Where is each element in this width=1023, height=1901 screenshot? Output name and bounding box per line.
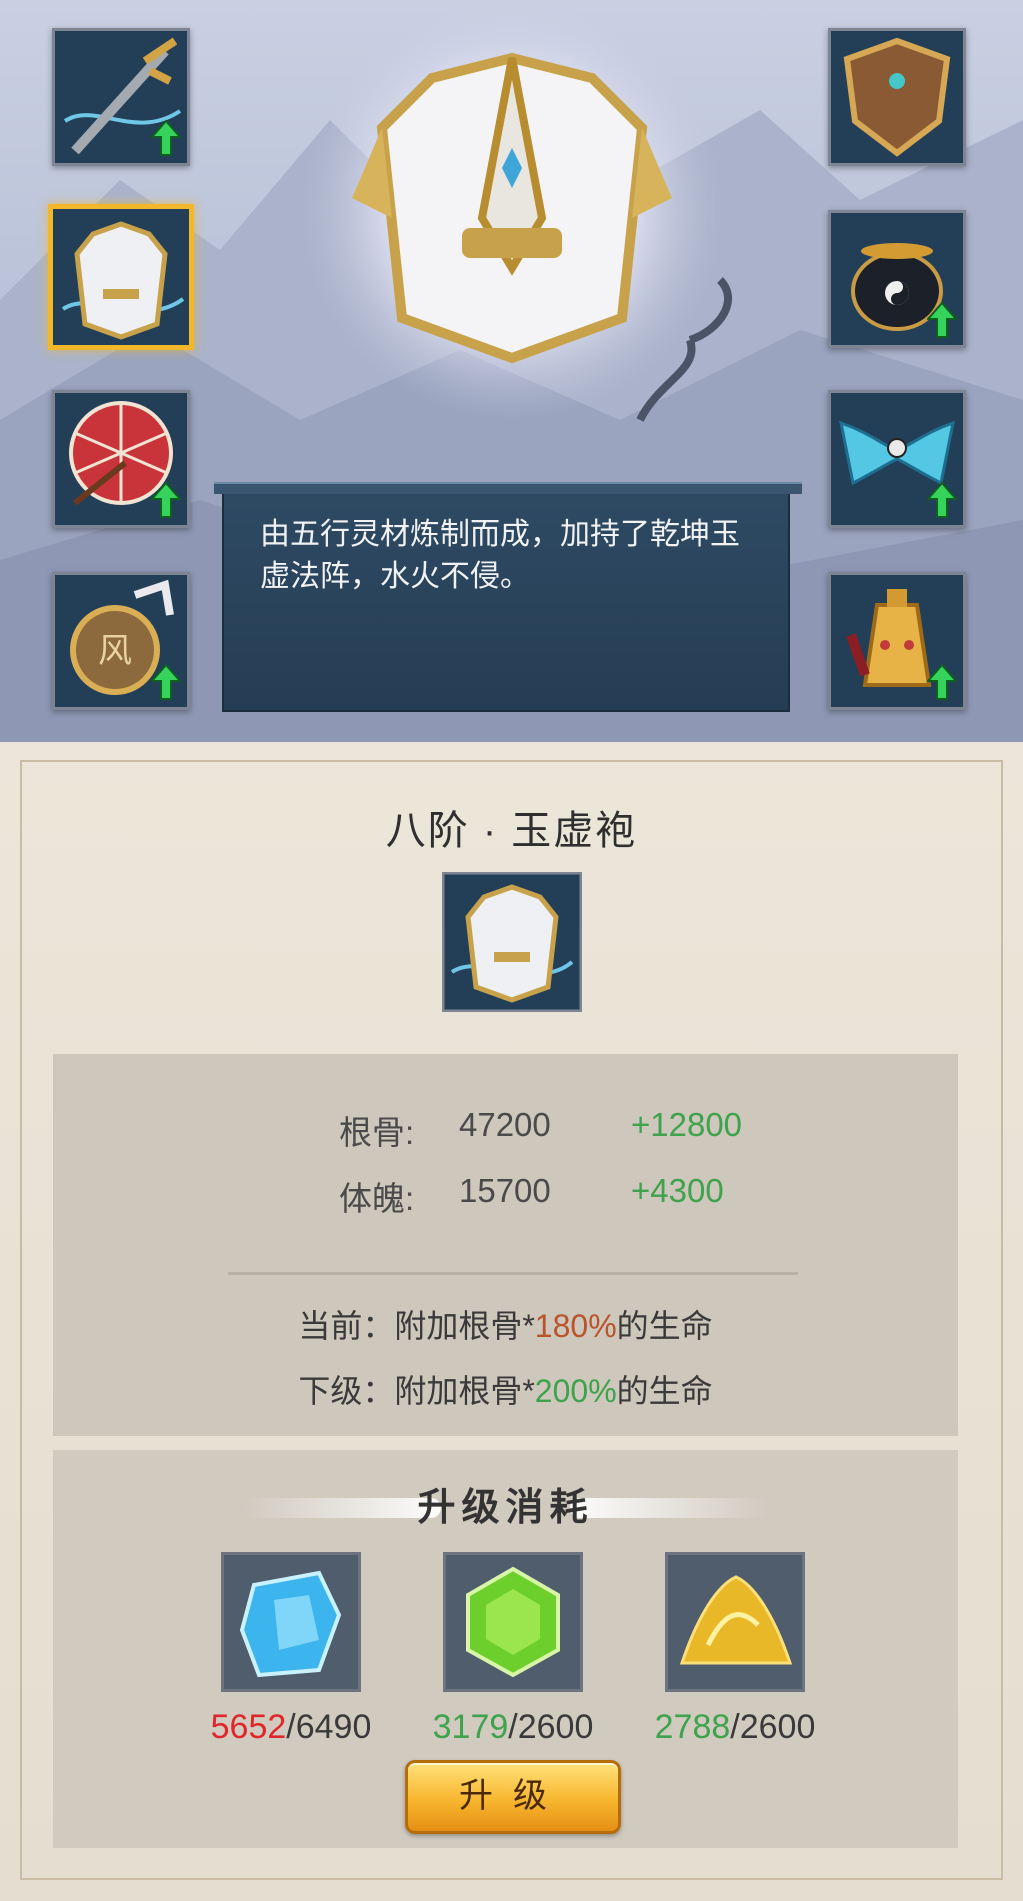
cost-item-gold-pile[interactable] xyxy=(665,1552,805,1692)
robe-icon xyxy=(53,209,189,345)
effect-pct: 180% xyxy=(534,1308,617,1344)
equip-slot-umbrella[interactable] xyxy=(52,390,190,528)
stat-value: 15700 xyxy=(459,1172,551,1209)
stat-bonus: +4300 xyxy=(631,1172,724,1209)
equip-slot-shield[interactable] xyxy=(828,28,966,166)
cost-count-gold-pile: 2788/2600 xyxy=(615,1708,855,1747)
panel-cap xyxy=(214,482,802,494)
stat-row-gengu: 根骨: 47200 +12800 xyxy=(53,1106,958,1156)
equip-slot-bow-ornament[interactable] xyxy=(828,390,966,528)
upgrade-arrow-icon xyxy=(927,301,957,338)
shield-icon xyxy=(831,31,963,163)
green-gem-icon xyxy=(446,1555,580,1689)
item-description: 由五行灵材炼制而成，加持了乾坤玉虚法阵，水火不侵。 xyxy=(260,518,740,593)
robe-icon xyxy=(442,872,582,1012)
blue-crystal-icon xyxy=(224,1555,358,1689)
robe-hero-image xyxy=(352,52,672,364)
stat-bonus: +12800 xyxy=(631,1106,743,1143)
stat-value: 47200 xyxy=(459,1106,551,1143)
effect-suffix: 的生命 xyxy=(616,1308,713,1344)
svg-text:风: 风 xyxy=(98,631,132,671)
equip-slot-robe[interactable] xyxy=(48,204,194,350)
upgrade-arrow-icon xyxy=(927,481,957,518)
cost-count-blue-crystal: 5652/6490 xyxy=(171,1708,411,1747)
effect-suffix: 的生命 xyxy=(616,1373,713,1409)
have-amount: 2788 xyxy=(654,1708,731,1746)
equip-slot-bell[interactable] xyxy=(828,572,966,710)
cost-item-blue-crystal[interactable] xyxy=(221,1552,361,1692)
effect-pct: 200% xyxy=(534,1373,617,1409)
stats-divider xyxy=(228,1272,798,1275)
need-amount: /2600 xyxy=(730,1708,816,1746)
effect-prefix: 当前：附加根骨* xyxy=(298,1308,535,1344)
item-description-panel: 由五行灵材炼制而成，加持了乾坤玉虚法阵，水火不侵。 xyxy=(214,482,802,712)
have-amount: 3179 xyxy=(432,1708,509,1746)
stat-label: 根骨: xyxy=(339,1114,415,1151)
upgrade-arrow-icon xyxy=(151,119,181,156)
upgrade-arrow-icon xyxy=(151,663,181,700)
stat-row-tipo: 体魄: 15700 +4300 xyxy=(53,1172,958,1222)
gold-pile-icon xyxy=(668,1555,802,1689)
next-effect: 下级：附加根骨*200%的生命 xyxy=(53,1366,958,1412)
cost-item-green-gem[interactable] xyxy=(443,1552,583,1692)
equip-slot-sword[interactable] xyxy=(52,28,190,166)
cost-title: 升级消耗 xyxy=(417,1484,594,1529)
need-amount: /6490 xyxy=(286,1708,372,1746)
upgrade-button[interactable]: 升级 xyxy=(405,1760,621,1834)
item-title: 八阶 · 玉虚袍 xyxy=(385,809,638,853)
equip-slot-cauldron[interactable] xyxy=(828,210,966,348)
need-amount: /2600 xyxy=(508,1708,594,1746)
have-amount: 5652 xyxy=(210,1708,287,1746)
equip-slot-amulet[interactable]: 风 xyxy=(52,572,190,710)
current-effect: 当前：附加根骨*180%的生命 xyxy=(53,1301,958,1347)
upgrade-arrow-icon xyxy=(151,481,181,518)
cost-count-green-gem: 3179/2600 xyxy=(393,1708,633,1747)
upgrade-arrow-icon xyxy=(927,663,957,700)
stats-box: 根骨: 47200 +12800 体魄: 15700 +4300 当前：附加根骨… xyxy=(53,1054,958,1436)
stat-label: 体魄: xyxy=(339,1180,415,1217)
upgrade-panel: 八阶 · 玉虚袍 根骨: 47200 +12800 体魄: 15700 +430… xyxy=(0,742,1023,1901)
equipment-scene: 风 由五行灵材炼制而成，加持了乾坤玉虚法阵，水火不侵。 xyxy=(0,0,1023,742)
effect-prefix: 下级：附加根骨* xyxy=(298,1373,535,1409)
